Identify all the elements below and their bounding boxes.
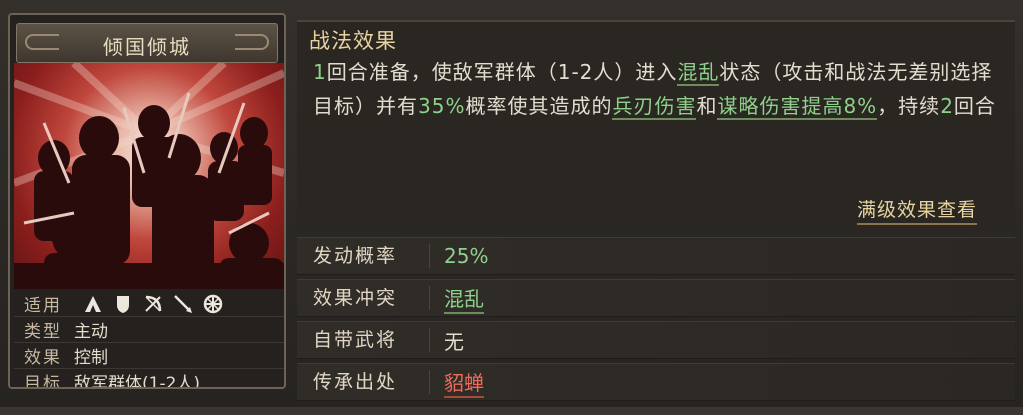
applicable-unit-icons xyxy=(82,293,224,315)
trigger-chance-row: 发动概率 25% xyxy=(297,237,1015,275)
effect-conflict-label: 效果冲突 xyxy=(297,286,430,310)
attr-type-row: 类型 主动 xyxy=(14,317,284,343)
tactic-detail-window: 倾国倾城 适用 类型 主动 效果 控制 目标 敌军群体(1-2人) 战法效果 1… xyxy=(0,0,1023,415)
card-title-bar: 倾国倾城 xyxy=(16,23,278,63)
prep-turns-value: 1 xyxy=(313,60,327,84)
wheel-icon xyxy=(202,293,224,315)
tactic-info-rows: 发动概率 25% 效果冲突 混乱 自带武将 无 传承出处 貂蝉 xyxy=(297,237,1015,405)
target-label: 目标 xyxy=(24,374,62,389)
effect-value: 控制 xyxy=(74,348,108,368)
applicable-label: 适用 xyxy=(24,296,62,316)
type-label: 类型 xyxy=(24,322,62,342)
target-value: 敌军群体(1-2人) xyxy=(74,374,201,389)
attr-target-row: 目标 敌军群体(1-2人) xyxy=(14,369,284,389)
effect-description: 1回合准备，使敌军群体（1-2人）进入混乱状态（攻击和战法无差别选择目标）并有3… xyxy=(313,55,1003,123)
spear-cavalry-icon xyxy=(82,293,104,315)
effect-label: 效果 xyxy=(24,348,62,368)
tactic-attributes: 适用 类型 主动 效果 控制 目标 敌军群体(1-2人) xyxy=(14,291,284,389)
effect-text-segment: 和 xyxy=(696,94,718,118)
bow-icon xyxy=(142,293,164,315)
shield-icon xyxy=(112,293,134,315)
card-title: 倾国倾城 xyxy=(103,35,191,59)
attr-applicable-row: 适用 xyxy=(14,291,284,317)
tactic-artwork xyxy=(14,63,284,289)
tactic-card: 倾国倾城 适用 类型 主动 效果 控制 目标 敌军群体(1-2人) xyxy=(8,13,286,389)
inheritance-source-label: 传承出处 xyxy=(297,370,430,394)
built-in-general-value: 无 xyxy=(444,329,464,354)
effect-conflict-row: 效果冲突 混乱 xyxy=(297,279,1015,317)
soldiers-silhouette-art xyxy=(14,63,284,289)
chance-value: 35% xyxy=(418,94,466,118)
type-value: 主动 xyxy=(74,322,108,342)
built-in-general-label: 自带武将 xyxy=(297,328,430,352)
inheritance-source-row: 传承出处 貂蝉 xyxy=(297,363,1015,401)
strategy-damage-link[interactable]: 谋略伤害提高8% xyxy=(717,94,878,120)
effect-conflict-link[interactable]: 混乱 xyxy=(444,283,484,314)
trigger-chance-label: 发动概率 xyxy=(297,244,430,268)
effect-text-segment: 回合准备，使敌军群体（1-2人）进入 xyxy=(326,60,678,84)
effect-text-segment: ，持续 xyxy=(877,94,941,118)
inheritance-source-link[interactable]: 貂蝉 xyxy=(444,367,484,398)
built-in-general-row: 自带武将 无 xyxy=(297,321,1015,359)
effect-text-segment: 概率使其造成的 xyxy=(465,94,613,118)
full-level-effect-button[interactable]: 满级效果查看 xyxy=(856,195,977,225)
effect-title: 战法效果 xyxy=(309,29,397,53)
attr-effect-row: 效果 控制 xyxy=(14,343,284,369)
spear-icon xyxy=(172,293,194,315)
chaos-status-link[interactable]: 混乱 xyxy=(677,60,720,86)
weapon-damage-link[interactable]: 兵刃伤害 xyxy=(612,94,697,120)
effect-text-segment: 回合 xyxy=(953,94,996,118)
duration-value: 2 xyxy=(940,94,954,118)
tactic-effect-panel: 战法效果 1回合准备，使敌军群体（1-2人）进入混乱状态（攻击和战法无差别选择目… xyxy=(297,20,1015,233)
trigger-chance-value: 25% xyxy=(444,244,489,268)
